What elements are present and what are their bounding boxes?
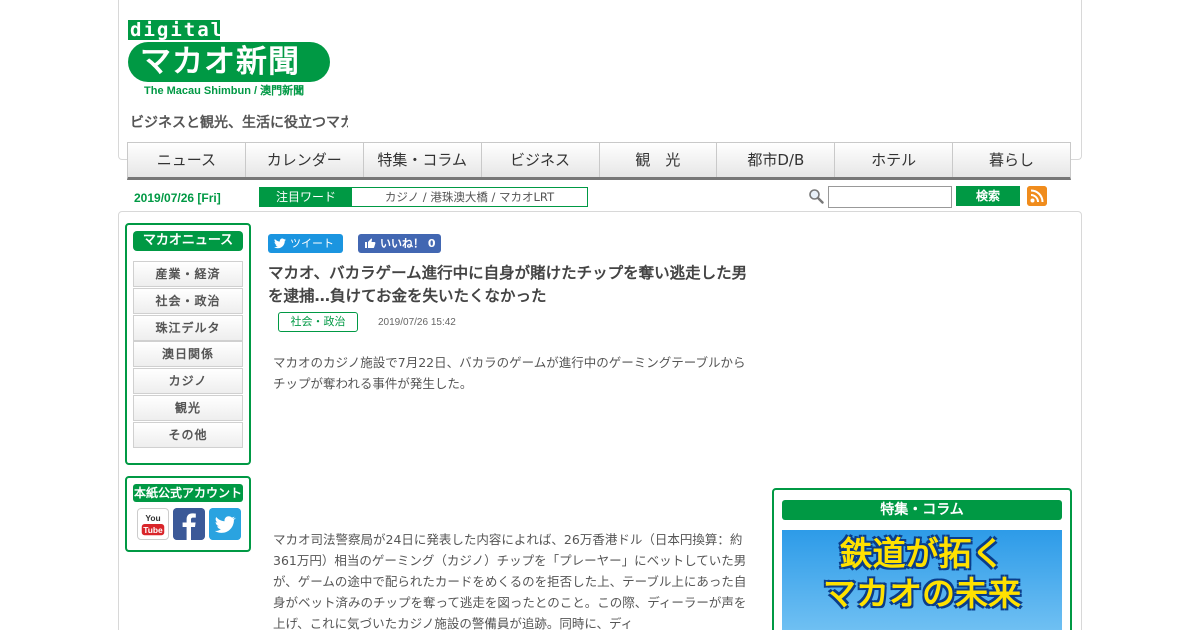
official-accounts-box: 本紙公式アカウント You Tube [125,476,251,552]
svg-text:You: You [145,513,160,523]
logo-subtitle: The Macau Shimbun / 澳門新聞 [144,85,305,97]
twitter-icon[interactable] [209,508,241,540]
svg-text:Tube: Tube [143,525,163,535]
rss-icon[interactable] [1027,186,1047,206]
keywords-label: 注目ワード [260,188,352,206]
featured-keywords: 注目ワード カジノ / 港珠澳大橋 / マカオLRT [259,187,588,207]
global-nav: ニュース カレンダー 特集・コラム ビジネス 観 光 都市D/B ホテル 暮らし [127,142,1071,180]
thumbs-up-icon [365,238,376,248]
facebook-icon[interactable] [173,508,205,540]
news-box-title: マカオニュース [133,231,243,251]
search-button[interactable]: 検索 [956,186,1020,206]
category-item-macau-japan[interactable]: 澳日関係 [133,341,243,368]
banner-headline-line1: 鉄道が拓く [839,534,1005,573]
youtube-icon[interactable]: You Tube [137,508,169,540]
like-button-label: いいね！ 0 [380,237,436,250]
article-category-badge[interactable]: 社会・政治 [278,312,358,332]
nav-item-hotel[interactable]: ホテル [835,143,954,177]
feature-column-box: 特集・コラム 鉄道が拓く マカオの未来 [772,488,1072,630]
category-item-economy[interactable]: 産業・経済 [133,261,243,287]
logo-main-pill: マカオ新聞 [128,42,330,82]
tweet-button-label: ツイート [290,237,334,250]
nav-item-news[interactable]: ニュース [128,143,246,177]
article-timestamp: 2019/07/26 15:42 [378,317,456,328]
keywords-links[interactable]: カジノ / 港珠澳大橋 / マカオLRT [352,188,587,206]
logo-digital-text: digital [128,19,225,41]
feature-banner[interactable]: 鉄道が拓く マカオの未来 [782,530,1062,630]
accounts-title: 本紙公式アカウント [133,484,243,502]
category-list: 産業・経済 社会・政治 珠江デルタ 澳日関係 カジノ 観光 その他 [133,261,243,449]
logo-main-text: マカオ新聞 [140,44,300,80]
search-input[interactable] [828,186,952,208]
category-item-casino[interactable]: カジノ [133,368,243,395]
site-tagline: ビジネスと観光、生活に役立つマカ [130,115,348,131]
twitter-bird-icon [274,238,286,249]
feature-box-title: 特集・コラム [782,500,1062,520]
category-item-prd[interactable]: 珠江デルタ [133,314,243,341]
facebook-like-button[interactable]: いいね！ 0 [358,234,441,253]
magnifier-icon [809,189,824,204]
article-lead-paragraph: マカオのカジノ施設で7月22日、バカラのゲームが進行中のゲーミングテーブルからチ… [273,355,746,391]
article-body-paragraph: マカオ司法警察局が24日に発表した内容によれば、26万香港ドル（日本円換算：約3… [273,532,747,630]
category-item-society[interactable]: 社会・政治 [133,287,243,314]
banner-headline-line2: マカオの未来 [823,574,1021,613]
category-item-tourism[interactable]: 観光 [133,394,243,421]
nav-item-business[interactable]: ビジネス [482,143,600,177]
category-item-other[interactable]: その他 [133,421,243,448]
site-logo[interactable]: digital マカオ新聞 The Macau Shimbun / 澳門新聞 [128,18,348,102]
nav-item-tourism[interactable]: 観 光 [600,143,718,177]
tweet-button[interactable]: ツイート [268,234,343,253]
nav-item-calendar[interactable]: カレンダー [246,143,364,177]
nav-item-features[interactable]: 特集・コラム [364,143,482,177]
article-title: マカオ、バカラゲーム進行中に自身が賭けたチップを奪い逃走した男を逮捕…負けてお金… [268,264,748,305]
news-category-box: マカオニュース 産業・経済 社会・政治 珠江デルタ 澳日関係 カジノ 観光 その… [125,223,251,465]
nav-item-city-db[interactable]: 都市D/B [717,143,836,177]
nav-item-living[interactable]: 暮らし [953,143,1070,177]
current-date: 2019/07/26 [Fri] [134,191,221,205]
